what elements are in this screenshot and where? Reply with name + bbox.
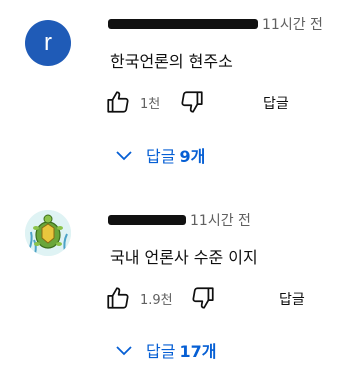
reply-button[interactable]: 답글	[279, 289, 305, 309]
reply-button[interactable]: 답글	[263, 93, 289, 113]
comment-actions: 1천	[102, 86, 208, 118]
chevron-down-icon	[116, 151, 132, 161]
thumbs-down-icon	[192, 287, 214, 309]
replies-label: 답글	[146, 342, 176, 361]
chevron-down-icon	[116, 346, 132, 356]
thumbs-up-icon	[107, 287, 129, 309]
redacted-username[interactable]	[108, 215, 186, 225]
comment-header: 11시간 전	[108, 210, 251, 230]
like-count: 1천	[140, 96, 161, 112]
like-button[interactable]	[102, 86, 134, 118]
comment-header: 11시간 전	[108, 14, 323, 34]
comment-time[interactable]: 11시간 전	[190, 210, 251, 230]
avatar[interactable]	[25, 210, 71, 256]
replies-count: 17개	[179, 342, 217, 361]
replies-count: 9개	[179, 147, 206, 166]
dislike-button[interactable]	[187, 282, 219, 314]
redacted-username[interactable]	[108, 19, 258, 29]
like-button[interactable]	[102, 282, 134, 314]
comment-actions: 1.9천	[102, 282, 219, 314]
dislike-button[interactable]	[176, 86, 208, 118]
like-count: 1.9천	[140, 292, 173, 308]
thumbs-up-icon	[107, 91, 129, 113]
comment-text: 국내 언론사 수준 이지	[110, 248, 258, 267]
avatar[interactable]: r	[25, 20, 71, 66]
view-replies-button[interactable]: 답글 9개	[112, 140, 205, 170]
comment-time[interactable]: 11시간 전	[262, 14, 323, 34]
thumbs-down-icon	[181, 91, 203, 113]
comment-1: r 11시간 전 한국언론의 현주소 1천 답글 답글 9개	[0, 0, 349, 190]
replies-label: 답글	[146, 147, 176, 166]
comment-2: 11시간 전 국내 언론사 수준 이지 1.9천 답글 답글 17개	[0, 190, 349, 383]
comment-text: 한국언론의 현주소	[110, 52, 233, 71]
turtle-avatar-icon	[25, 210, 71, 256]
view-replies-button[interactable]: 답글 17개	[112, 335, 216, 365]
avatar-letter: r	[44, 29, 52, 56]
